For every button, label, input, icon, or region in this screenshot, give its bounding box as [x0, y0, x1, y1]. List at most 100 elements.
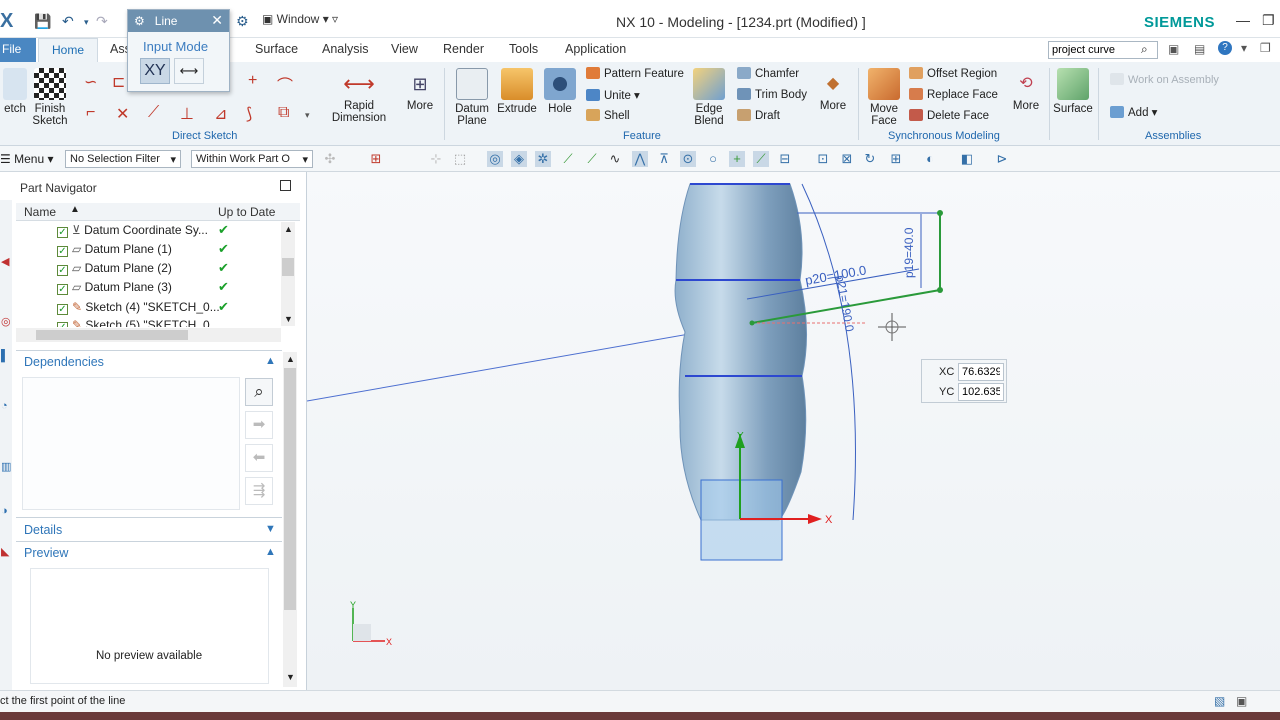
finish-sketch-button[interactable]: Finish Sketch: [31, 68, 69, 127]
snap-quadrant-icon[interactable]: ○: [705, 151, 721, 167]
select-all-icon[interactable]: ⊹: [428, 151, 444, 167]
dimension-p19[interactable]: p19=40.0: [902, 227, 916, 278]
scroll-down-icon[interactable]: ▼: [284, 314, 293, 324]
body-rule-icon[interactable]: ✲: [535, 151, 551, 167]
snap-existing-point-icon[interactable]: +: [729, 151, 745, 167]
visibility-checkbox[interactable]: ✓: [57, 284, 68, 295]
scrollbar-thumb[interactable]: [282, 258, 294, 276]
face-rule-icon[interactable]: ◈: [511, 151, 527, 167]
extrude-button[interactable]: Extrude: [496, 68, 538, 115]
parameter-mode-button[interactable]: ⟷: [174, 58, 204, 84]
sketch-point[interactable]: [937, 210, 943, 216]
tab-surface[interactable]: Surface: [255, 42, 298, 56]
sketch-more-button[interactable]: ⊞ More: [402, 68, 438, 112]
offset-region-button[interactable]: Offset Region: [909, 67, 997, 80]
sketch-button[interactable]: etch: [0, 68, 30, 115]
view-orient-icon[interactable]: ⊞: [888, 151, 904, 167]
close-icon[interactable]: ✕: [211, 12, 223, 29]
name-column-header[interactable]: Name: [24, 205, 56, 219]
tree-row[interactable]: ✓ ✎ Sketch (4) "SKETCH_0...: [57, 300, 220, 319]
resource-bar-web-icon[interactable]: ◔: [1, 400, 8, 412]
tab-view[interactable]: View: [391, 42, 418, 56]
point-icon[interactable]: +: [248, 72, 257, 90]
dimension-p21[interactable]: p21=190.0: [833, 274, 857, 333]
surface-button[interactable]: Surface: [1052, 68, 1094, 115]
graphics-window[interactable]: Y X p20=100.0 p19=40.0 p21=190.0 Y X: [307, 172, 1280, 690]
help-icon[interactable]: ?: [1218, 41, 1232, 55]
line-dialog[interactable]: ⚙ Line ✕ Input Mode XY ⟷: [127, 9, 230, 92]
selection-scope-dropdown[interactable]: Within Work Part O ▾: [191, 150, 313, 168]
hole-button[interactable]: Hole: [540, 68, 580, 115]
tab-analysis[interactable]: Analysis: [322, 42, 369, 56]
model-view[interactable]: Y X p20=100.0 p19=40.0 p21=190.0 Y X: [307, 172, 1280, 690]
move-face-button[interactable]: Move Face: [864, 68, 904, 127]
rotate-icon[interactable]: ↻: [862, 151, 878, 167]
sketch-point[interactable]: [749, 320, 755, 326]
dependencies-header[interactable]: Dependencies: [24, 355, 104, 369]
ribbon-restore-icon[interactable]: ❐: [1260, 41, 1271, 55]
visibility-checkbox[interactable]: ✓: [57, 304, 68, 315]
resource-bar-assembly-icon[interactable]: ▌: [1, 350, 9, 362]
chevron-up-icon[interactable]: ▲: [265, 546, 276, 558]
up-to-date-column-header[interactable]: Up to Date: [218, 205, 275, 219]
snap-settings-icon[interactable]: ✣: [322, 151, 338, 167]
window-menu[interactable]: ▣ Window ▾ ▿: [262, 12, 338, 26]
trim-body-button[interactable]: Trim Body: [737, 88, 807, 101]
navigator-maximize-icon[interactable]: [280, 180, 291, 191]
resource-bar-reuse-icon[interactable]: ◣: [1, 545, 9, 558]
quick-extend-icon[interactable]: ⟋: [148, 104, 159, 122]
sketch-curve-dropdown-icon[interactable]: ▾: [305, 110, 310, 121]
arrow-right-icon[interactable]: ➡: [245, 411, 273, 439]
profile-icon[interactable]: ∽: [84, 72, 97, 92]
layer-icon[interactable]: ◧: [959, 151, 975, 167]
snap-control-point-icon[interactable]: ⋀: [632, 151, 648, 167]
redo-icon[interactable]: ↷: [96, 13, 108, 30]
snap-mid-point-icon[interactable]: ⟋: [584, 151, 600, 167]
search-icon[interactable]: ⌕: [1141, 42, 1148, 57]
snap-point-on-curve-icon[interactable]: ⟋: [753, 151, 769, 167]
arrow-left-icon[interactable]: ⬅: [245, 444, 273, 472]
arc-icon[interactable]: ⌒: [277, 72, 293, 96]
snap-point-on-face-icon[interactable]: ⊟: [777, 151, 793, 167]
tree-row[interactable]: ✓ ✎ Sketch (5) "SKETCH_0...: [57, 318, 220, 327]
chevron-down-icon[interactable]: ▼: [265, 523, 276, 535]
draft-button[interactable]: Draft: [737, 109, 780, 122]
gear-icon[interactable]: ⚙: [134, 14, 145, 28]
quick-tool-icon[interactable]: ⚙: [236, 13, 249, 30]
rectangle-select-icon[interactable]: ⬚: [452, 151, 468, 167]
scroll-down-icon[interactable]: ▼: [286, 672, 295, 682]
chamfer-button[interactable]: Chamfer: [737, 67, 799, 80]
tab-tools[interactable]: Tools: [509, 42, 538, 56]
restore-icon[interactable]: ❐: [1262, 12, 1275, 29]
save-icon[interactable]: 💾: [34, 13, 51, 30]
tab-render[interactable]: Render: [443, 42, 484, 56]
undo-icon[interactable]: ↶: [62, 13, 74, 30]
menu-button[interactable]: ☰ Menu ▾: [0, 152, 53, 166]
quick-trim-icon[interactable]: ✕: [116, 104, 129, 124]
details-header[interactable]: Details: [24, 523, 62, 537]
status-window-icon[interactable]: ▣: [1236, 694, 1247, 708]
resource-bar-part-icon[interactable]: ◎: [1, 315, 11, 328]
tree-row[interactable]: ✓ ⊻ Datum Coordinate Sy...: [57, 223, 208, 242]
xy-mode-button[interactable]: XY: [140, 58, 170, 84]
chevron-up-icon[interactable]: ▲: [265, 355, 276, 367]
render-style-icon[interactable]: ◐: [922, 151, 938, 167]
selection-filter-dropdown[interactable]: No Selection Filter ▾: [65, 150, 181, 168]
magnify-icon[interactable]: ⌕: [245, 378, 273, 406]
ribbon-minimize-icon[interactable]: ▾: [1241, 41, 1247, 55]
zoom-icon[interactable]: ⊠: [839, 151, 855, 167]
resource-bar-system-icon[interactable]: ◑: [1, 505, 8, 517]
ribbon-option-icon[interactable]: ▣: [1168, 42, 1179, 56]
tree-row[interactable]: ✓ ▱ Datum Plane (1): [57, 242, 172, 261]
unite-button[interactable]: Unite ▾: [586, 88, 640, 102]
offset-curve-icon[interactable]: ⟆: [246, 104, 252, 124]
xc-input[interactable]: [958, 363, 1004, 381]
sort-ascending-icon[interactable]: ▲: [70, 204, 80, 215]
snap-intersection-icon[interactable]: ⊼: [656, 151, 672, 167]
visibility-checkbox[interactable]: ✓: [57, 227, 68, 238]
nx-logo-icon[interactable]: X: [0, 10, 18, 33]
scrollbar-thumb[interactable]: [36, 330, 188, 340]
snap-curve-icon[interactable]: ∿: [607, 151, 623, 167]
minimize-icon[interactable]: —: [1236, 12, 1250, 28]
shell-button[interactable]: Shell: [586, 109, 630, 122]
